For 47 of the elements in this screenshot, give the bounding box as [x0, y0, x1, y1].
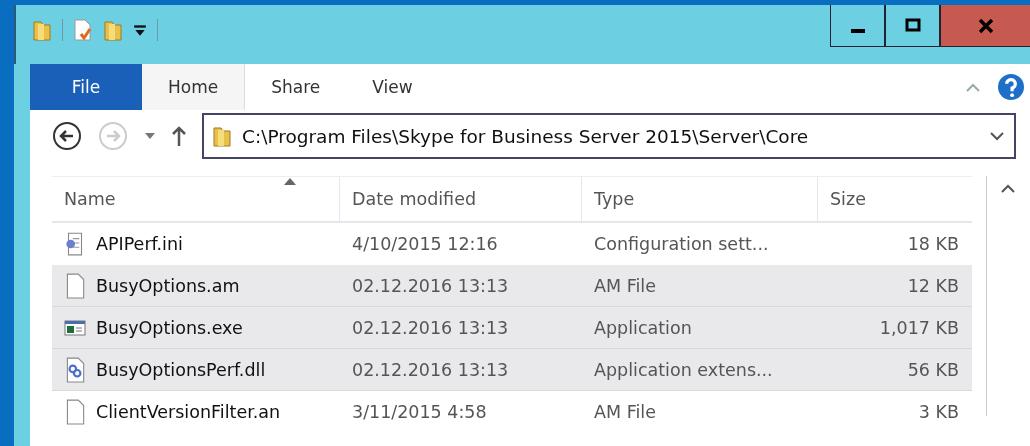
file-name: ClientVersionFilter.an — [96, 401, 281, 422]
back-icon[interactable] — [52, 121, 82, 151]
maximize-button[interactable] — [885, 5, 940, 47]
type-cell-text: Configuration sett... — [593, 232, 770, 256]
properties-icon[interactable] — [73, 17, 93, 43]
customize-dropdown-icon[interactable] — [133, 23, 147, 37]
file-name: BusyOptions.am — [96, 275, 240, 296]
date-cell-text: 02.12.2016 13:13 — [351, 316, 510, 340]
minimize-icon — [850, 28, 865, 33]
up-arrow-icon[interactable] — [172, 125, 186, 147]
file-row[interactable]: BusyOptions.exe 02.12.2016 13:13 Application 1,017 KB — [52, 307, 972, 349]
date-cell-text: 4/10/2015 12:16 — [351, 232, 499, 256]
gear-file-icon — [64, 356, 86, 383]
size-cell-text: 1,017 KB — [878, 316, 960, 340]
column-header[interactable]: Date modified — [340, 177, 582, 221]
type-cell-text: AM File — [593, 274, 657, 298]
size-cell-text: 12 KB — [906, 274, 960, 298]
blank-file-icon — [64, 398, 86, 425]
file-name: BusyOptionsPerf.dll — [96, 359, 266, 380]
file-row[interactable]: BusyOptions.am 02.12.2016 13:13 AM File 12 KB — [52, 265, 972, 307]
file-row[interactable]: ClientVersionFilter.an 3/11/2015 4:58 AM File 3 KB — [52, 391, 972, 433]
address-path: C:\Program Files\Skype for Business Server 2015\Server\Core — [242, 125, 809, 147]
scroll-up-icon[interactable] — [1001, 184, 1016, 194]
close-button[interactable] — [940, 5, 1030, 47]
type-cell-text: AM File — [593, 400, 657, 424]
blank-file-icon — [64, 272, 86, 299]
ribbon-tab[interactable]: Home — [142, 64, 246, 110]
address-bar[interactable]: C:\Program Files\Skype for Business Server 2015\Server\Core — [202, 113, 1016, 159]
file-row[interactable]: BusyOptionsPerf.dll 02.12.2016 13:13 Application extens... 56 KB — [52, 349, 972, 391]
recent-dropdown-icon[interactable] — [144, 132, 156, 140]
date-cell-text: 3/11/2015 4:58 — [351, 400, 488, 424]
size-cell-text: 56 KB — [906, 358, 960, 382]
size-cell-text: 18 KB — [906, 232, 960, 256]
column-header[interactable]: Type — [582, 177, 818, 221]
date-cell-text: 02.12.2016 13:13 — [351, 274, 510, 298]
column-header[interactable]: Size — [818, 177, 963, 221]
type-cell-text: Application extens... — [593, 358, 774, 382]
size-cell-text: 3 KB — [917, 400, 960, 424]
date-cell-text: 02.12.2016 13:13 — [351, 358, 510, 382]
help-icon[interactable] — [998, 74, 1024, 100]
type-cell-text: Application — [593, 316, 693, 340]
column-header[interactable]: Name — [52, 177, 340, 221]
file-name: APIPerf.ini — [96, 233, 183, 254]
ribbon-tab[interactable]: File — [30, 64, 142, 110]
chevron-down-icon[interactable] — [990, 131, 1004, 141]
minimize-button[interactable] — [830, 5, 885, 47]
file-name: BusyOptions.exe — [96, 317, 243, 338]
